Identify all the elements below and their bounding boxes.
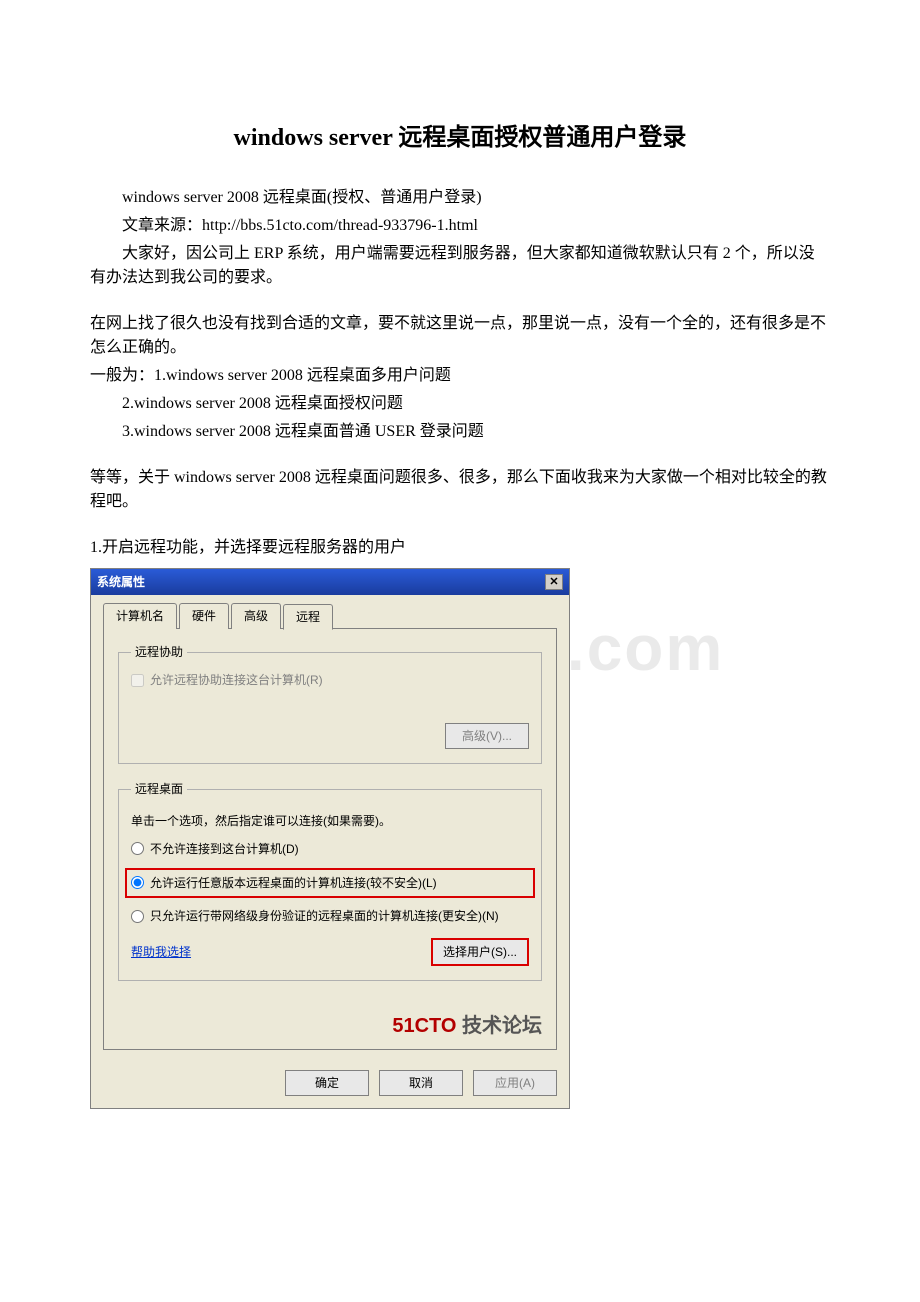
tab-computer-name[interactable]: 计算机名 (103, 603, 177, 629)
dialog-footer: 确定 取消 应用(A) (91, 1060, 569, 1108)
tab-page-remote: 远程协助 允许远程协助连接这台计算机(R) 高级(V)... 远程桌面 单击一个… (103, 628, 557, 1050)
radio-no-connections[interactable]: 不允许连接到这台计算机(D) (131, 840, 529, 858)
radio-nla-only-input[interactable] (131, 910, 144, 923)
allow-remote-assistance-checkbox[interactable] (131, 674, 144, 687)
article-subtitle: windows server 2008 远程桌面(授权、普通用户登录) (90, 186, 830, 210)
branding-right: 技术论坛 (462, 1015, 542, 1037)
branding-left: 51CTO (392, 1015, 456, 1037)
radio-no-connections-input[interactable] (131, 842, 144, 855)
article-source: 文章来源：http://bbs.51cto.com/thread-933796-… (90, 214, 830, 238)
group-remote-assistance: 远程协助 允许远程协助连接这台计算机(R) 高级(V)... (118, 643, 542, 764)
advanced-button[interactable]: 高级(V)... (445, 723, 529, 749)
dialog-titlebar: 系统属性 ✕ (91, 569, 569, 595)
step-1-heading: 1.开启远程功能，并选择要远程服务器的用户 (90, 536, 830, 560)
remote-desktop-instruction: 单击一个选项，然后指定谁可以连接(如果需要)。 (131, 812, 529, 830)
article-p1: 大家好，因公司上 ERP 系统，用户端需要远程到服务器，但大家都知道微软默认只有… (90, 242, 830, 290)
list-item-2: 2.windows server 2008 远程桌面授权问题 (90, 392, 830, 416)
tab-remote[interactable]: 远程 (283, 604, 333, 630)
radio-allow-any-version-input[interactable] (131, 876, 144, 889)
system-properties-dialog: 系统属性 ✕ 计算机名 硬件 高级 远程 远程协助 允许远程协助连接这台计算机(… (90, 568, 570, 1109)
allow-remote-assistance-label: 允许远程协助连接这台计算机(R) (150, 671, 323, 689)
ok-button[interactable]: 确定 (285, 1070, 369, 1096)
apply-button[interactable]: 应用(A) (473, 1070, 557, 1096)
radio-nla-only-label: 只允许运行带网络级身份验证的远程桌面的计算机连接(更安全)(N) (150, 908, 499, 924)
close-icon[interactable]: ✕ (545, 574, 563, 590)
article-p2: 在网上找了很久也没有找到合适的文章，要不就这里说一点，那里说一点，没有一个全的，… (90, 312, 830, 360)
radio-no-connections-label: 不允许连接到这台计算机(D) (150, 840, 299, 858)
article-title: windows server 远程桌面授权普通用户登录 (90, 120, 830, 156)
tab-advanced[interactable]: 高级 (231, 603, 281, 629)
allow-remote-assistance-row[interactable]: 允许远程协助连接这台计算机(R) (131, 671, 529, 689)
radio-allow-any-version-label: 允许运行任意版本远程桌面的计算机连接(较不安全)(L) (150, 874, 437, 892)
select-users-button[interactable]: 选择用户(S)... (431, 938, 529, 966)
group-remote-assistance-legend: 远程协助 (131, 643, 187, 661)
radio-nla-only[interactable]: 只允许运行带网络级身份验证的远程桌面的计算机连接(更安全)(N) (131, 908, 529, 924)
cancel-button[interactable]: 取消 (379, 1070, 463, 1096)
list-item-1: 1.windows server 2008 远程桌面多用户问题 (154, 367, 451, 384)
tab-hardware[interactable]: 硬件 (179, 603, 229, 629)
branding-watermark: 51CTO 技术论坛 (118, 1011, 542, 1041)
help-me-choose-link[interactable]: 帮助我选择 (131, 943, 191, 961)
group-remote-desktop-legend: 远程桌面 (131, 780, 187, 798)
radio-allow-any-version[interactable]: 允许运行任意版本远程桌面的计算机连接(较不安全)(L) (125, 868, 535, 898)
list-item-3: 3.windows server 2008 远程桌面普通 USER 登录问题 (90, 420, 830, 444)
list-prefix-text: 一般为： (90, 367, 154, 384)
group-remote-desktop: 远程桌面 单击一个选项，然后指定谁可以连接(如果需要)。 不允许连接到这台计算机… (118, 780, 542, 981)
tab-strip: 计算机名 硬件 高级 远程 (103, 603, 557, 629)
article-p4: 等等，关于 windows server 2008 远程桌面问题很多、很多，那么… (90, 466, 830, 514)
dialog-title-text: 系统属性 (97, 573, 145, 591)
article-list-prefix: 一般为：1.windows server 2008 远程桌面多用户问题 (90, 364, 830, 388)
